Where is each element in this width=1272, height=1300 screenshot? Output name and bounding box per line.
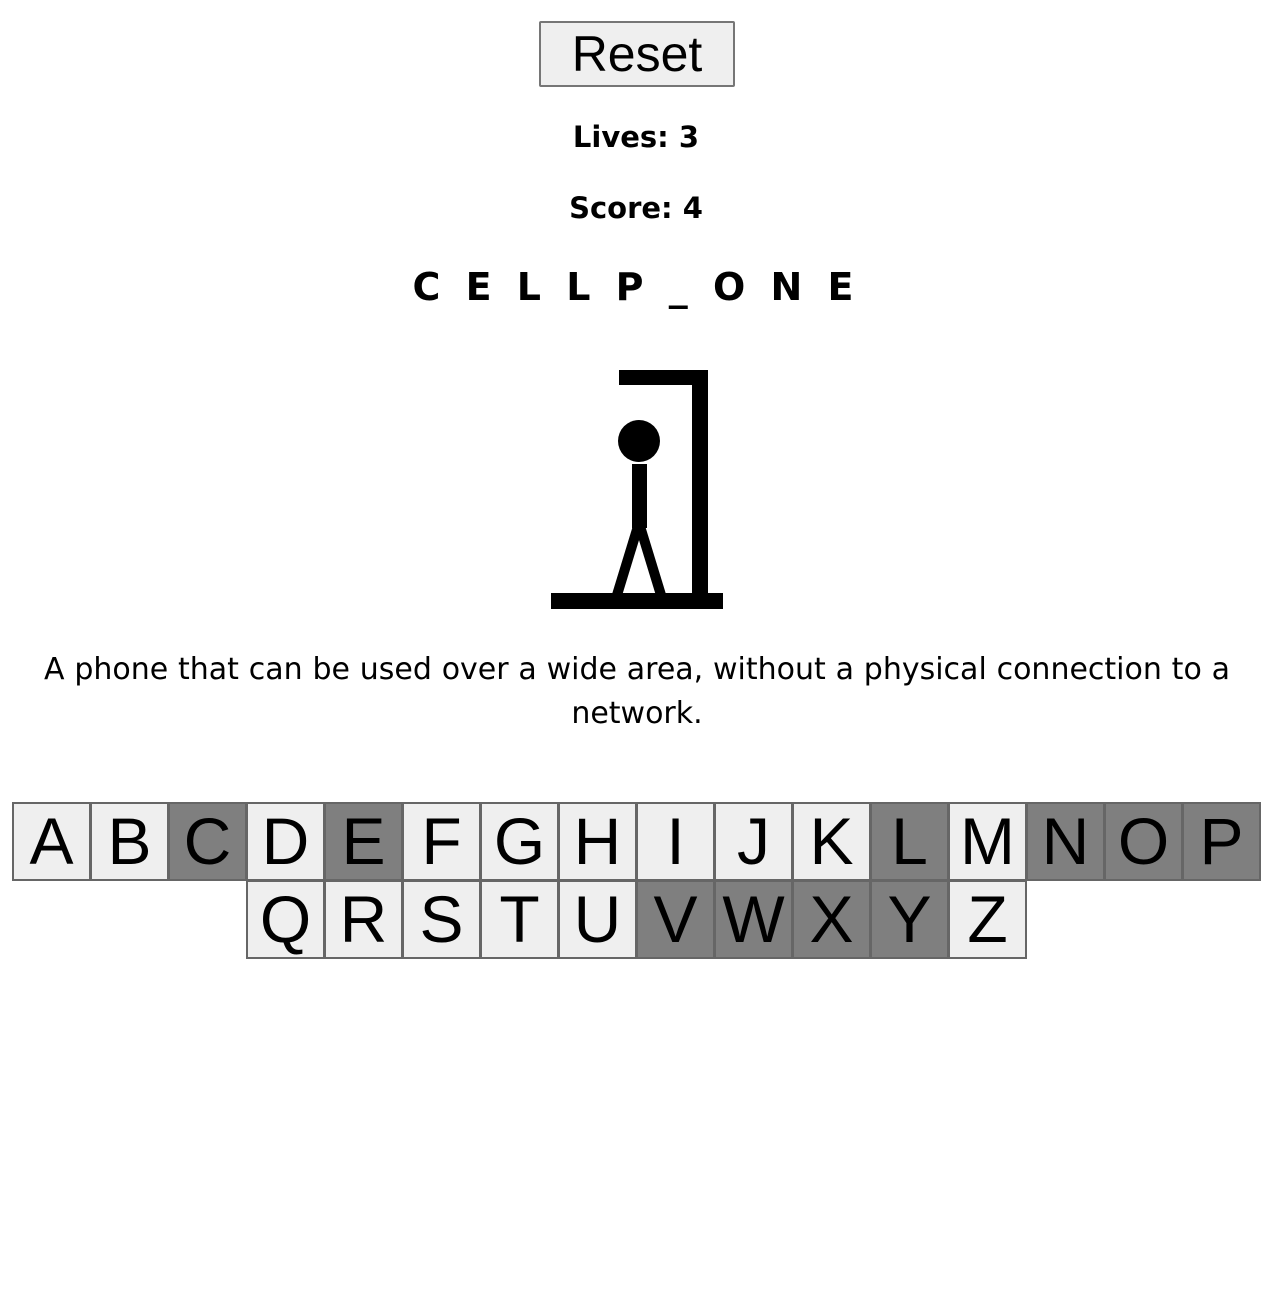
key-a[interactable]: A xyxy=(12,802,91,881)
lives-value: 3 xyxy=(678,120,700,154)
hangman-head xyxy=(618,420,660,462)
key-f[interactable]: F xyxy=(402,802,481,881)
lives-display: Lives: 3 xyxy=(0,120,1272,154)
hidden-word: C E L L P _ O N E xyxy=(412,265,860,309)
score-value: 4 xyxy=(682,191,703,225)
lives-label: Lives: xyxy=(572,120,669,154)
key-d[interactable]: D xyxy=(246,802,325,881)
key-e[interactable]: E xyxy=(324,802,403,881)
key-k[interactable]: K xyxy=(792,802,871,881)
key-h[interactable]: H xyxy=(558,802,637,881)
key-x[interactable]: X xyxy=(792,880,871,959)
key-j[interactable]: J xyxy=(714,802,793,881)
key-b[interactable]: B xyxy=(90,802,169,881)
hangman-drawing xyxy=(551,370,723,609)
key-g[interactable]: G xyxy=(480,802,559,881)
hangman-right-leg xyxy=(634,521,666,597)
score-display: Score: 4 xyxy=(0,191,1272,225)
key-w[interactable]: W xyxy=(714,880,793,959)
key-l[interactable]: L xyxy=(870,802,949,881)
keyboard-row-2: Q R S T U V W X Y Z xyxy=(0,880,1272,959)
hangman-left-leg xyxy=(612,521,644,597)
key-n[interactable]: N xyxy=(1026,802,1105,881)
key-z[interactable]: Z xyxy=(948,880,1027,959)
reset-button[interactable]: Reset xyxy=(539,21,735,87)
key-q[interactable]: Q xyxy=(246,880,325,959)
gallows-post xyxy=(692,370,708,596)
score-label: Score: xyxy=(569,191,683,225)
hint-text: A phone that can be used over a wide are… xyxy=(44,652,1230,731)
key-s[interactable]: S xyxy=(402,880,481,959)
key-y[interactable]: Y xyxy=(870,880,949,959)
key-t[interactable]: T xyxy=(480,880,559,959)
hangman-body xyxy=(632,464,647,528)
key-m[interactable]: M xyxy=(948,802,1027,881)
key-v[interactable]: V xyxy=(636,880,715,959)
key-u[interactable]: U xyxy=(558,880,637,959)
key-c[interactable]: C xyxy=(168,802,247,881)
gallows-beam xyxy=(619,370,708,385)
key-p[interactable]: P xyxy=(1182,802,1261,881)
key-i[interactable]: I xyxy=(636,802,715,881)
keyboard-row-1: A B C D E F G H I J K L M N O P xyxy=(0,802,1272,881)
key-o[interactable]: O xyxy=(1104,802,1183,881)
letter-keyboard: A B C D E F G H I J K L M N O P Q R S T … xyxy=(0,802,1272,959)
key-r[interactable]: R xyxy=(324,880,403,959)
